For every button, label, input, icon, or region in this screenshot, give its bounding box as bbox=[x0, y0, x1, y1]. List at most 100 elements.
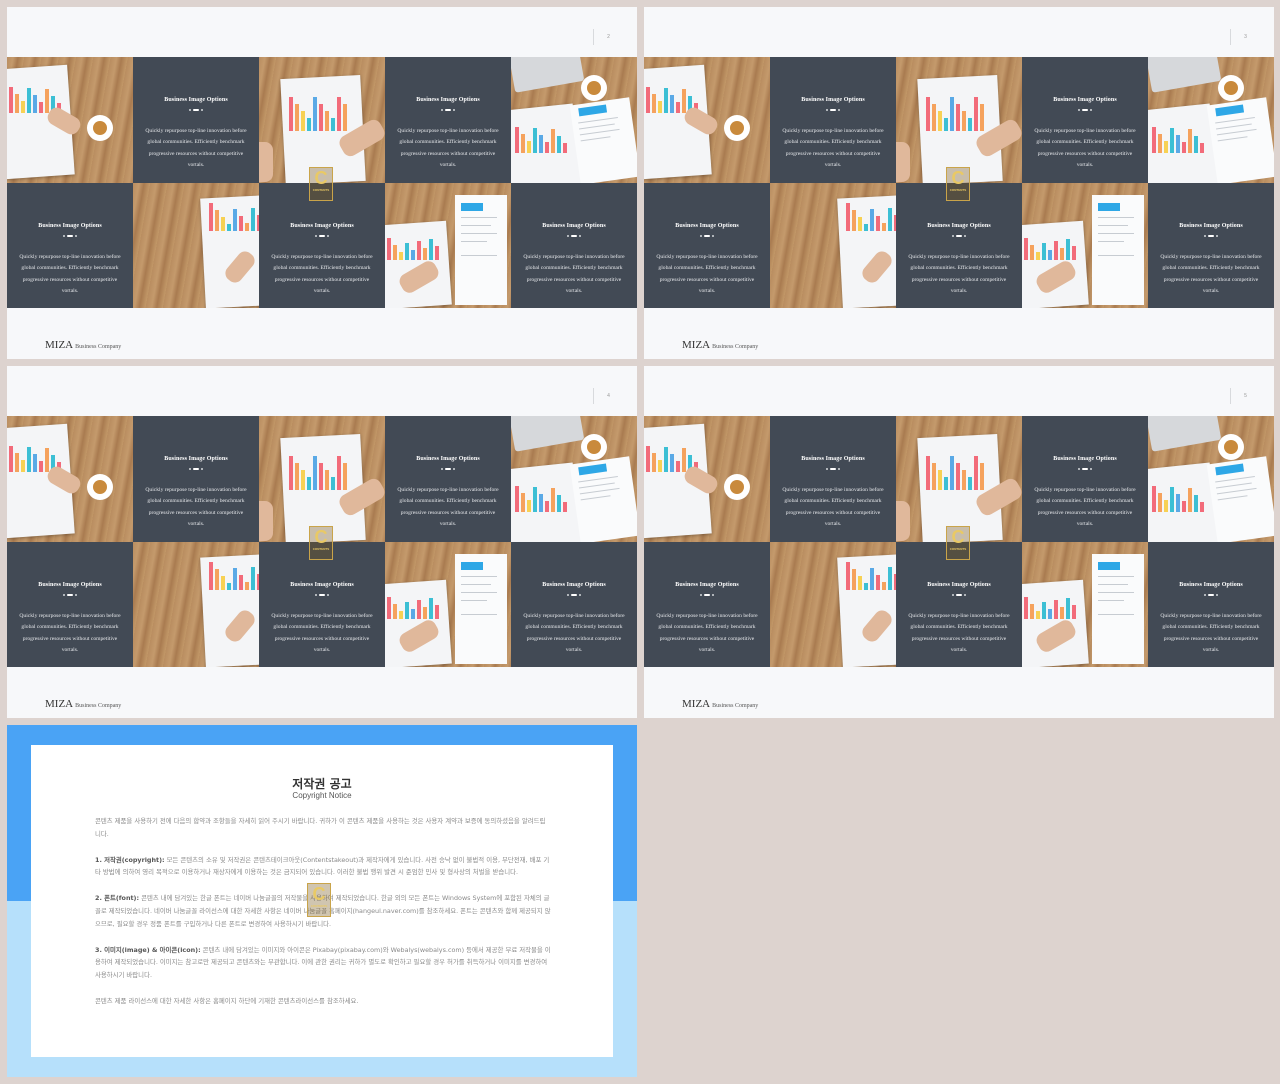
panel-title: Business Image Options bbox=[801, 97, 865, 103]
panel-divider-dots bbox=[644, 235, 770, 237]
business-option-panel: Business Image Options Quickly repurpose … bbox=[7, 183, 133, 308]
business-chart-photo bbox=[7, 57, 133, 183]
contents-logo-icon: C CONTENTS bbox=[307, 883, 331, 917]
panel-text: Quickly repurpose top-line innovation be… bbox=[782, 128, 884, 169]
footer-brand: MIZA bbox=[45, 339, 74, 351]
panel-text: Quickly repurpose top-line innovation be… bbox=[19, 254, 121, 295]
panel-divider-dots bbox=[511, 235, 637, 237]
panel-text: Quickly repurpose top-line innovation be… bbox=[523, 254, 625, 295]
contents-logo-icon: C CONTENTS bbox=[309, 167, 333, 201]
business-option-panel: Business Image Options Quickly repurpose … bbox=[1022, 57, 1148, 183]
panel-title: Business Image Options bbox=[927, 223, 991, 229]
logo-text: CONTENTS bbox=[312, 188, 330, 192]
business-chart-photo bbox=[7, 416, 133, 542]
panel-text: Quickly repurpose top-line innovation be… bbox=[145, 487, 247, 528]
notice-image-heading: 3. 이미지(image) & 아이콘(icon): bbox=[95, 945, 201, 954]
logo-text: CONTENTS bbox=[949, 547, 967, 551]
business-option-panel: Business Image Options Quickly repurpose … bbox=[133, 416, 259, 542]
logo-letter: C bbox=[314, 168, 328, 188]
business-chart-photo bbox=[770, 542, 896, 667]
page-number: 2 bbox=[593, 29, 623, 45]
contents-logo-icon: C CONTENTS bbox=[946, 167, 970, 201]
business-option-panel: Business Image Options Quickly repurpose … bbox=[511, 542, 637, 667]
panel-title: Business Image Options bbox=[38, 582, 102, 588]
slide-thumbnail[interactable]: 4 Business Image Options Quickly repurpose… bbox=[7, 366, 637, 718]
business-chart-photo bbox=[133, 542, 259, 667]
panel-title: Business Image Options bbox=[675, 223, 739, 229]
panel-text: Quickly repurpose top-line innovation be… bbox=[1160, 613, 1262, 654]
notice-intro: 콘텐츠 제품을 사용하기 전에 다음의 합약과 조항들을 자세히 읽어 주시기 … bbox=[95, 817, 546, 838]
panel-text: Quickly repurpose top-line innovation be… bbox=[145, 128, 247, 169]
panel-title: Business Image Options bbox=[290, 582, 354, 588]
panel-divider-dots bbox=[1022, 109, 1148, 111]
footer-tagline: Business Company bbox=[75, 344, 122, 350]
panel-divider-dots bbox=[1148, 235, 1274, 237]
logo-text: CONTENTS bbox=[312, 547, 330, 551]
business-option-panel: Business Image Options Quickly repurpose … bbox=[1148, 542, 1274, 667]
panel-divider-dots bbox=[1022, 468, 1148, 470]
panel-text: Quickly repurpose top-line innovation be… bbox=[1034, 487, 1136, 528]
chart-bars bbox=[289, 456, 347, 490]
business-option-panel: Business Image Options Quickly repurpose … bbox=[259, 183, 385, 308]
business-chart-photo bbox=[1148, 416, 1274, 542]
page-number: 4 bbox=[593, 388, 623, 404]
business-chart-photo bbox=[259, 416, 385, 542]
business-chart-photo bbox=[1148, 57, 1274, 183]
chart-bars bbox=[926, 456, 984, 490]
panel-title: Business Image Options bbox=[164, 456, 228, 462]
notice-closing: 콘텐츠 제품 라이선스에 대한 자세한 사항은 홈페이지 하단에 기재한 콘텐츠… bbox=[95, 996, 359, 1005]
notice-subtitle: Copyright Notice bbox=[292, 791, 352, 800]
business-option-panel: Business Image Options Quickly repurpose … bbox=[511, 183, 637, 308]
panel-divider-dots bbox=[385, 109, 511, 111]
slide-thumbnail[interactable]: 5 Business Image Options Quickly repurpose… bbox=[644, 366, 1274, 718]
panel-title: Business Image Options bbox=[801, 456, 865, 462]
business-option-panel: Business Image Options Quickly repurpose … bbox=[1022, 416, 1148, 542]
slide-thumbnail[interactable]: 2 Business Image Options Quickly repurpose… bbox=[7, 7, 637, 359]
panel-divider-dots bbox=[7, 235, 133, 237]
business-chart-photo bbox=[1022, 542, 1148, 667]
business-chart-photo bbox=[896, 416, 1022, 542]
business-option-panel: Business Image Options Quickly repurpose … bbox=[770, 416, 896, 542]
panel-title: Business Image Options bbox=[1053, 456, 1117, 462]
slide-footer: MIZA Business Company bbox=[45, 698, 121, 710]
chart-bars bbox=[1152, 127, 1204, 153]
panel-text: Quickly repurpose top-line innovation be… bbox=[397, 128, 499, 169]
slide-footer: MIZA Business Company bbox=[682, 339, 758, 351]
footer-brand: MIZA bbox=[45, 698, 74, 710]
panel-divider-dots bbox=[511, 594, 637, 596]
business-option-panel: Business Image Options Quickly repurpose … bbox=[644, 542, 770, 667]
footer-tagline: Business Company bbox=[712, 344, 759, 350]
panel-title: Business Image Options bbox=[675, 582, 739, 588]
footer-brand: MIZA bbox=[682, 339, 711, 351]
chart-bars bbox=[1024, 597, 1076, 619]
notice-card: 저작권 공고 Copyright Notice 콘텐츠 제품을 사용하기 전에 … bbox=[31, 745, 613, 1057]
panel-divider-dots bbox=[644, 594, 770, 596]
business-chart-photo bbox=[385, 183, 511, 308]
page-number: 3 bbox=[1230, 29, 1260, 45]
panel-text: Quickly repurpose top-line innovation be… bbox=[271, 613, 373, 654]
panel-text: Quickly repurpose top-line innovation be… bbox=[1160, 254, 1262, 295]
notice-body: 콘텐츠 제품을 사용하기 전에 다음의 합약과 조항들을 자세히 읽어 주시기 … bbox=[95, 815, 551, 1021]
panel-title: Business Image Options bbox=[164, 97, 228, 103]
slide-thumbnail[interactable]: 3 Business Image Options Quickly repurpose… bbox=[644, 7, 1274, 359]
panel-text: Quickly repurpose top-line innovation be… bbox=[656, 613, 758, 654]
panel-title: Business Image Options bbox=[927, 582, 991, 588]
panel-text: Quickly repurpose top-line innovation be… bbox=[908, 254, 1010, 295]
chart-bars bbox=[1152, 486, 1204, 512]
panel-title: Business Image Options bbox=[38, 223, 102, 229]
slide-footer: MIZA Business Company bbox=[682, 698, 758, 710]
chart-bars bbox=[1024, 238, 1076, 260]
panel-divider-dots bbox=[259, 235, 385, 237]
business-option-panel: Business Image Options Quickly repurpose … bbox=[896, 542, 1022, 667]
panel-divider-dots bbox=[896, 235, 1022, 237]
chart-bars bbox=[515, 486, 567, 512]
logo-letter: C bbox=[951, 527, 965, 547]
logo-letter: C bbox=[314, 527, 328, 547]
business-option-panel: Business Image Options Quickly repurpose … bbox=[385, 57, 511, 183]
panel-title: Business Image Options bbox=[416, 97, 480, 103]
business-chart-photo bbox=[259, 57, 385, 183]
panel-title: Business Image Options bbox=[290, 223, 354, 229]
panel-text: Quickly repurpose top-line innovation be… bbox=[656, 254, 758, 295]
notice-title: 저작권 공고 bbox=[292, 777, 352, 791]
business-chart-photo bbox=[511, 57, 637, 183]
